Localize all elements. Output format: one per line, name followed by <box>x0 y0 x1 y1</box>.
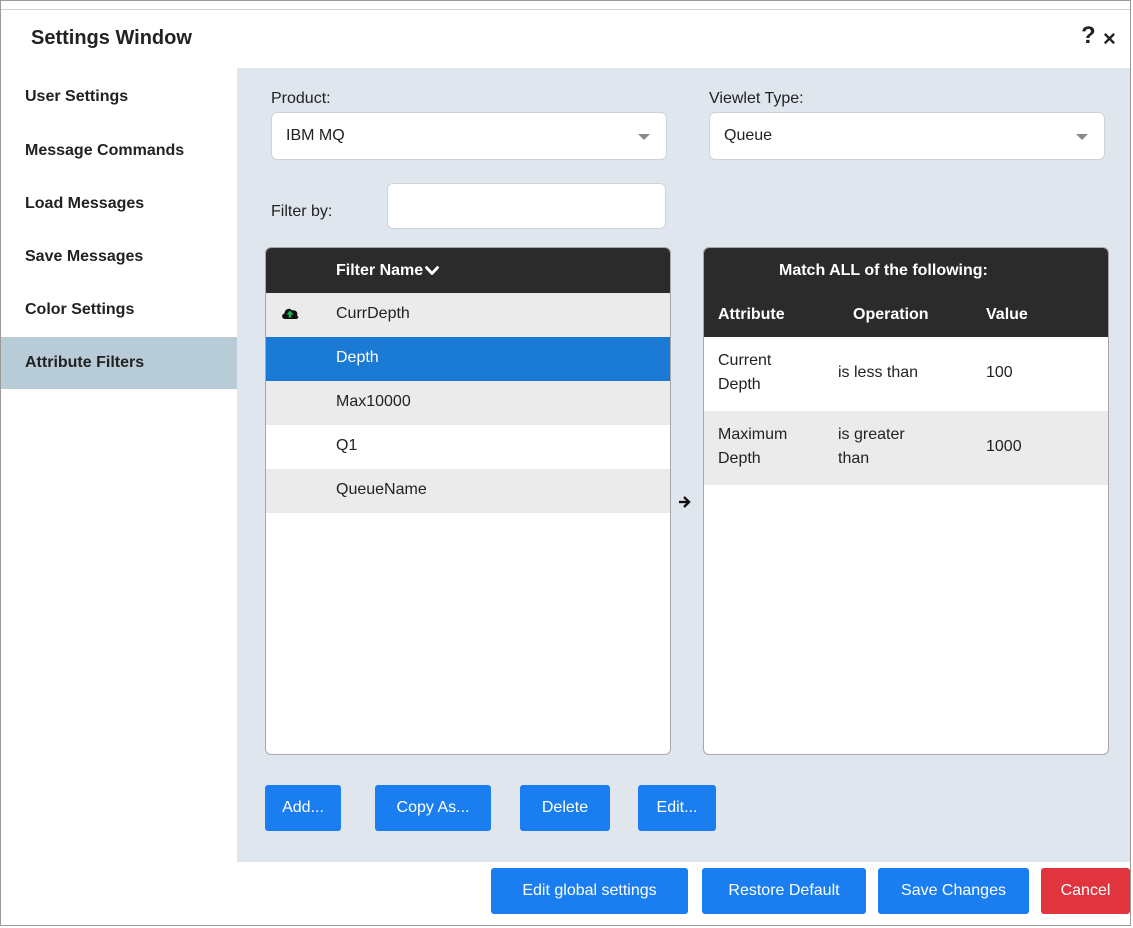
condition-row: Current Depth is less than 100 <box>704 337 1108 411</box>
product-label: Product: <box>271 90 331 107</box>
dropdown-caret-icon <box>1076 134 1088 140</box>
condition-attribute-line: Maximum <box>718 426 788 443</box>
filter-row-max10000[interactable]: Max10000 <box>266 381 670 425</box>
restore-default-button[interactable]: Restore Default <box>702 868 866 914</box>
sidebar-item-label: Message Commands <box>25 142 185 159</box>
condition-value: 1000 <box>986 438 1022 455</box>
sidebar-item-label: Save Messages <box>25 248 144 265</box>
sidebar-item-color-settings[interactable]: Color Settings <box>1 284 237 336</box>
conditions-title: Match ALL of the following: <box>779 262 988 279</box>
filter-row-label: Max10000 <box>336 393 411 410</box>
settings-window: Settings Window ? × User Settings Messag… <box>0 0 1131 926</box>
chevron-down-icon[interactable] <box>425 266 439 276</box>
filter-name-column-header: Filter Name <box>336 262 424 279</box>
dropdown-caret-icon <box>638 134 650 140</box>
condition-attribute-line: Depth <box>718 450 761 467</box>
sidebar: User Settings Message Commands Load Mess… <box>1 68 237 862</box>
filter-row-label: CurrDepth <box>336 305 410 322</box>
value-column-header: Value <box>986 306 1028 323</box>
sidebar-item-message-commands[interactable]: Message Commands <box>1 125 237 177</box>
attribute-column-header: Attribute <box>718 306 785 323</box>
filter-by-label: Filter by: <box>271 203 333 220</box>
delete-button[interactable]: Delete <box>520 785 610 831</box>
filter-row-label: QueueName <box>336 481 427 498</box>
condition-value: 100 <box>986 364 1013 381</box>
filter-list-panel: Filter Name CurrDepth Depth Max10000 Q1 <box>265 247 671 755</box>
filter-row-label: Depth <box>336 349 379 366</box>
sidebar-item-save-messages[interactable]: Save Messages <box>1 231 237 283</box>
add-button[interactable]: Add... <box>265 785 341 831</box>
save-changes-button[interactable]: Save Changes <box>878 868 1029 914</box>
filter-row-label: Q1 <box>336 437 358 454</box>
footer: Edit global settings Restore Default Sav… <box>1 862 1130 925</box>
edit-global-settings-button[interactable]: Edit global settings <box>491 868 688 914</box>
window-title: Settings Window <box>31 27 192 49</box>
arrow-right-icon <box>679 496 691 508</box>
cloud-upload-icon <box>282 308 299 319</box>
filter-by-input[interactable] <box>387 183 666 229</box>
condition-attribute-line: Depth <box>718 376 761 393</box>
filter-row-queuename[interactable]: QueueName <box>266 469 670 513</box>
title-bar: Settings Window ? × <box>1 9 1130 69</box>
filter-row-currdepth[interactable]: CurrDepth <box>266 293 670 337</box>
condition-operation-line: than <box>838 450 870 467</box>
sidebar-item-user-settings[interactable]: User Settings <box>1 71 237 123</box>
product-select-value: IBM MQ <box>286 127 345 144</box>
sidebar-item-label: Load Messages <box>25 195 145 212</box>
sidebar-item-label: Attribute Filters <box>25 354 145 371</box>
condition-attribute: Current Depth <box>718 349 771 397</box>
viewlet-type-select-value: Queue <box>724 127 773 144</box>
condition-operation: is less than <box>838 364 919 381</box>
viewlet-type-select[interactable]: Queue <box>709 112 1105 160</box>
close-icon[interactable]: × <box>1103 26 1116 52</box>
condition-row: Maximum Depth is greater than 1000 <box>704 411 1108 485</box>
viewlet-type-label: Viewlet Type: <box>709 90 804 107</box>
condition-attribute: Maximum Depth <box>718 423 787 471</box>
sidebar-item-label: User Settings <box>25 88 129 105</box>
conditions-panel: Match ALL of the following: Attribute Op… <box>703 247 1109 755</box>
condition-operation-line: is greater <box>838 426 905 443</box>
product-select[interactable]: IBM MQ <box>271 112 667 160</box>
conditions-header: Match ALL of the following: Attribute Op… <box>704 248 1108 337</box>
condition-attribute-line: Current <box>718 352 772 369</box>
sidebar-item-load-messages[interactable]: Load Messages <box>1 178 237 230</box>
condition-operation: is greater than <box>838 423 905 471</box>
cancel-button[interactable]: Cancel <box>1041 868 1130 914</box>
edit-button[interactable]: Edit... <box>638 785 716 831</box>
sidebar-item-attribute-filters[interactable]: Attribute Filters <box>1 337 237 389</box>
filter-row-q1[interactable]: Q1 <box>266 425 670 469</box>
content-area: Product: IBM MQ Viewlet Type: Queue Filt… <box>237 68 1130 862</box>
filter-list-header[interactable]: Filter Name <box>266 248 670 293</box>
sidebar-item-label: Color Settings <box>25 301 135 318</box>
help-icon[interactable]: ? <box>1081 22 1096 50</box>
copy-as-button[interactable]: Copy As... <box>375 785 491 831</box>
filter-row-depth[interactable]: Depth <box>266 337 670 381</box>
operation-column-header: Operation <box>853 306 929 323</box>
